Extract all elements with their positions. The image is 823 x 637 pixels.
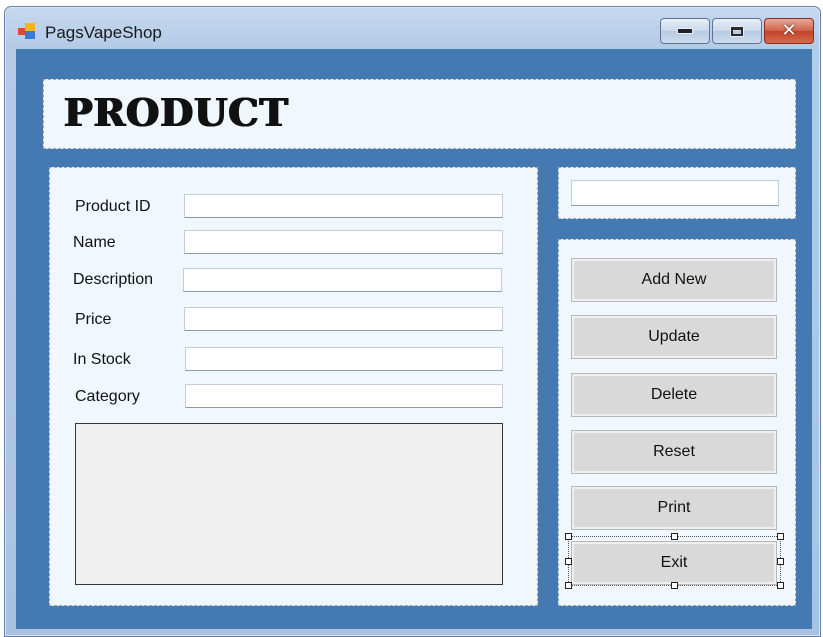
search-input[interactable] bbox=[571, 180, 779, 206]
app-window: PagsVapeShop ✕ PRODUCT Product ID Name D… bbox=[4, 6, 821, 637]
minimize-icon bbox=[677, 28, 693, 34]
page-title: PRODUCT bbox=[64, 90, 289, 135]
product-form-panel: Product ID Name Description Price In Sto… bbox=[49, 167, 538, 606]
label-description: Description bbox=[73, 271, 154, 288]
update-button[interactable]: Update bbox=[571, 315, 777, 359]
print-button[interactable]: Print bbox=[571, 486, 777, 530]
actions-panel: Add New Update Delete Reset Print Exit bbox=[558, 239, 796, 606]
resize-handle[interactable] bbox=[565, 533, 572, 540]
resize-handle[interactable] bbox=[777, 558, 784, 565]
label-price: Price bbox=[75, 311, 112, 328]
minimize-button[interactable] bbox=[660, 18, 710, 44]
product-listbox[interactable] bbox=[75, 423, 503, 585]
exit-button[interactable]: Exit bbox=[571, 541, 777, 585]
product-id-input[interactable] bbox=[184, 194, 503, 218]
label-name: Name bbox=[73, 234, 116, 251]
category-input[interactable] bbox=[185, 384, 503, 408]
close-button[interactable]: ✕ bbox=[764, 18, 814, 44]
window-title: PagsVapeShop bbox=[45, 23, 162, 42]
resize-handle[interactable] bbox=[671, 533, 678, 540]
in-stock-input[interactable] bbox=[185, 347, 503, 371]
client-area: PRODUCT Product ID Name Description Pric… bbox=[16, 49, 812, 629]
add-new-button[interactable]: Add New bbox=[571, 258, 777, 302]
label-category: Category bbox=[75, 388, 140, 405]
reset-button[interactable]: Reset bbox=[571, 430, 777, 474]
app-icon bbox=[18, 23, 36, 39]
price-input[interactable] bbox=[184, 307, 503, 331]
close-icon: ✕ bbox=[781, 20, 797, 41]
maximize-button[interactable] bbox=[712, 18, 762, 44]
label-in-stock: In Stock bbox=[73, 351, 131, 368]
maximize-icon bbox=[731, 26, 743, 36]
delete-button[interactable]: Delete bbox=[571, 373, 777, 417]
search-panel bbox=[558, 167, 796, 219]
resize-handle[interactable] bbox=[777, 582, 784, 589]
resize-handle[interactable] bbox=[777, 533, 784, 540]
name-input[interactable] bbox=[184, 230, 503, 254]
title-bar[interactable]: PagsVapeShop ✕ bbox=[5, 7, 820, 47]
header-panel: PRODUCT bbox=[43, 79, 796, 149]
description-input[interactable] bbox=[183, 268, 502, 292]
label-product-id: Product ID bbox=[75, 198, 151, 215]
